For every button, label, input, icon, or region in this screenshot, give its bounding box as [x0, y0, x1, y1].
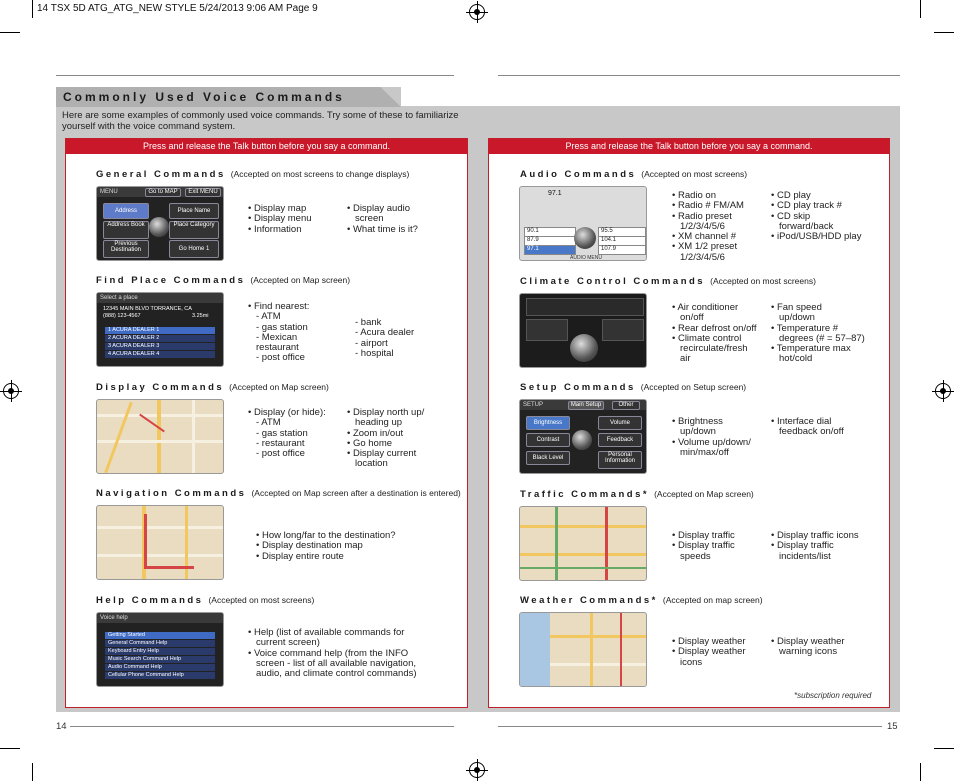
section-title-audio: Audio Commands (Accepted on most screens): [520, 169, 748, 180]
setup-list-2: • Interface dial feedback on/off: [771, 416, 844, 438]
subscription-footnote: *subscription required: [794, 691, 872, 700]
menu-screen-image: MENU Go to MAP Exit MENU Address Place N…: [96, 186, 224, 261]
dial-knob-icon: [149, 217, 169, 237]
section-title-traffic: Traffic Commands* (Accepted on Map screen…: [520, 489, 754, 500]
traffic-list-1: • Display traffic • Display traffic spee…: [672, 530, 735, 562]
crop-mark: [0, 748, 20, 749]
crop-mark: [920, 763, 921, 781]
setup-list-1: • Brightness up/down • Volume up/down/ m…: [672, 416, 751, 458]
registration-mark-icon: [932, 380, 954, 402]
navigation-list: • How long/far to the destination? • Dis…: [256, 530, 396, 562]
registration-mark-icon: [466, 759, 488, 781]
climate-knob-icon: [570, 334, 598, 362]
general-commands-list-2: • Display audio screen • What time is it…: [347, 203, 418, 235]
crop-mark: [32, 763, 33, 781]
top-rule-left: [56, 75, 454, 76]
weather-list-1: • Display weather • Display weather icon…: [672, 636, 746, 668]
find-place-list-1: • Find nearest: - ATM - gas station - Me…: [248, 301, 310, 364]
climate-panel-image: [519, 293, 647, 368]
print-slug: 14 TSX 5D ATG_ATG_NEW STYLE 5/24/2013 9:…: [37, 3, 318, 14]
display-list-1: • Display (or hide): - ATM - gas station…: [248, 407, 326, 460]
audio-list-2: • CD play • CD play track # • CD skip fo…: [771, 190, 862, 243]
bottom-rule-right: [498, 726, 882, 727]
place-screen-image: Select a place 12345 MAIN BLVD TORRANCE,…: [96, 292, 224, 367]
section-title-weather: Weather Commands* (Accepted on map screen…: [520, 595, 763, 606]
page-number-right: 15: [887, 721, 898, 732]
dial-knob-icon: [574, 227, 596, 249]
left-talk-header: Press and release the Talk button before…: [66, 139, 467, 154]
general-commands-list-1: • Display map • Display menu • Informati…: [248, 203, 312, 235]
section-title-navigation: Navigation Commands (Accepted on Map scre…: [96, 488, 461, 499]
climate-list-1: • Air conditioner on/off • Rear defrost …: [672, 302, 757, 365]
intro-text: Here are some examples of commonly used …: [62, 110, 459, 132]
section-title-help: Help Commands (Accepted on most screens): [96, 595, 315, 606]
right-talk-header: Press and release the Talk button before…: [489, 139, 889, 154]
dial-knob-icon: [572, 430, 592, 450]
section-title-climate: Climate Control Commands (Accepted on mos…: [520, 276, 816, 287]
page-number-left: 14: [56, 721, 67, 732]
traffic-map-image: [519, 506, 647, 581]
crop-mark: [0, 32, 20, 33]
climate-list-2: • Fan speed up/down • Temperature # degr…: [771, 302, 865, 365]
setup-screen-image: SETUP Main Setup Other Brightness Volume…: [519, 399, 647, 474]
registration-mark-icon: [466, 1, 488, 23]
crop-mark: [920, 0, 921, 18]
section-title-find-place: Find Place Commands (Accepted on Map scre…: [96, 275, 351, 286]
page-title: Commonly Used Voice Commands: [63, 90, 345, 104]
voice-help-screen-image: Voice help Getting Started General Comma…: [96, 612, 224, 687]
registration-mark-icon: [0, 380, 22, 402]
section-title-setup: Setup Commands (Accepted on Setup screen): [520, 382, 747, 393]
top-rule-right: [498, 75, 900, 76]
crop-mark: [32, 0, 33, 18]
crop-mark: [934, 32, 954, 33]
find-place-list-2: - bank - Acura dealer - airport - hospit…: [355, 317, 415, 359]
crop-mark: [934, 748, 954, 749]
display-list-2: • Display north up/ heading up • Zoom in…: [347, 407, 425, 470]
map-screen-image: [96, 399, 224, 474]
audio-list-1: • Radio on • Radio # FM/AM • Radio prese…: [672, 190, 744, 263]
traffic-list-2: • Display traffic icons • Display traffi…: [771, 530, 859, 562]
weather-list-2: • Display weather warning icons: [771, 636, 845, 658]
help-list: • Help (list of available commands for c…: [248, 627, 417, 680]
section-title-general: General Commands (Accepted on most screen…: [96, 169, 410, 180]
audio-screen-image: 97.1 90.1 87.9 97.1 95.5 104.1 107.9 AUD…: [519, 186, 647, 261]
section-title-display: Display Commands (Accepted on Map screen): [96, 382, 329, 393]
route-map-image: [96, 505, 224, 580]
bottom-rule-left: [70, 726, 454, 727]
weather-map-image: [519, 612, 647, 687]
